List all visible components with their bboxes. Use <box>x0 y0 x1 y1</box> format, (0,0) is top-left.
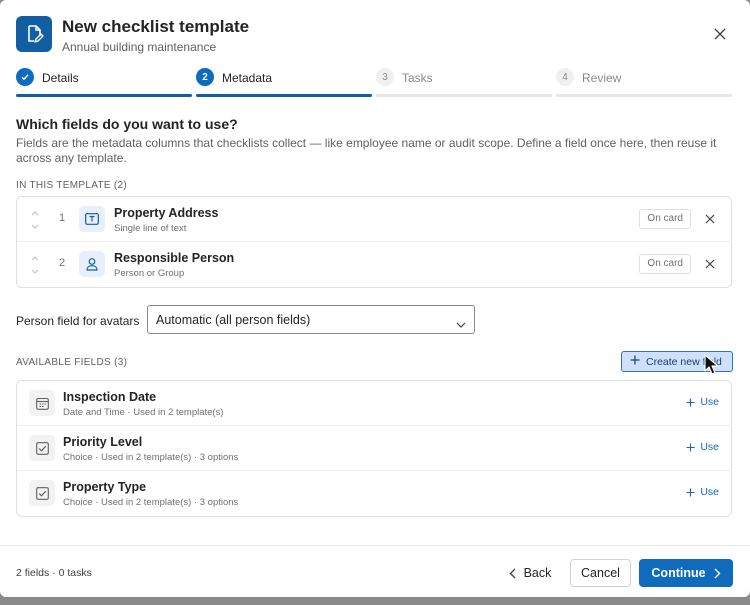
list-item: 1 Property Address Single line of text O… <box>17 197 731 242</box>
plus-icon <box>686 398 695 406</box>
mouse-cursor-icon <box>704 354 720 381</box>
reorder-handle[interactable] <box>29 208 41 232</box>
wizard-stepper: Details 2 Metadata 3 Tasks 4 Review <box>16 66 732 98</box>
section-description: Fields are the metadata columns that che… <box>16 136 717 165</box>
field-meta: Choice · Used in 2 template(s) · 3 optio… <box>63 452 239 463</box>
avatar-field-label: Person field for avatars <box>16 314 140 328</box>
available-fields-list: Inspection Date Date and Time · Used in … <box>16 380 732 517</box>
step-review[interactable]: 4 Review <box>556 66 732 98</box>
cancel-button[interactable]: Cancel <box>570 559 631 587</box>
list-item: 2 Responsible Person Person or Group On … <box>17 242 731 287</box>
list-item: Property Type Choice · Used in 2 templat… <box>17 471 731 516</box>
step-tasks[interactable]: 3 Tasks <box>376 66 552 98</box>
close-icon[interactable] <box>710 24 730 44</box>
in-template-label: IN THIS TEMPLATE (2) <box>16 180 128 191</box>
dialog-title: New checklist template <box>62 17 250 36</box>
remove-field-button[interactable] <box>703 212 717 226</box>
field-name: Property Type <box>63 480 147 494</box>
field-meta: Choice · Used in 2 template(s) · 3 optio… <box>63 497 239 508</box>
back-label: Back <box>523 566 552 580</box>
checkbox-icon <box>29 480 55 506</box>
calendar-icon <box>29 390 55 416</box>
chevron-up-down-icon <box>31 256 39 274</box>
remove-field-button[interactable] <box>703 257 717 271</box>
section-title: Which fields do you want to use? <box>16 116 238 132</box>
use-label: Use <box>700 486 719 498</box>
document-edit-icon <box>16 16 52 52</box>
plus-icon <box>686 488 695 496</box>
continue-label: Continue <box>651 566 706 580</box>
step-number: 4 <box>556 68 574 86</box>
footer-divider <box>0 545 750 546</box>
chevron-up-down-icon <box>31 211 39 229</box>
plus-icon <box>686 443 695 451</box>
step-progress-bar <box>376 94 552 97</box>
on-card-toggle[interactable]: On card <box>639 254 691 274</box>
checkbox-icon <box>29 435 55 461</box>
field-type: Person or Group <box>114 268 185 279</box>
chevron-left-icon <box>509 568 516 578</box>
step-details[interactable]: Details <box>16 66 192 98</box>
on-card-toggle[interactable]: On card <box>639 209 691 229</box>
close-icon <box>705 259 715 269</box>
check-icon <box>16 68 34 86</box>
field-index: 1 <box>58 212 66 224</box>
step-label: Details <box>42 71 79 85</box>
plus-icon <box>630 355 640 368</box>
close-icon <box>705 214 715 224</box>
dialog-subtitle: Annual building maintenance <box>62 40 217 54</box>
avatar-field-select[interactable]: Automatic (all person fields) <box>147 305 475 334</box>
chevron-down-icon <box>456 315 466 333</box>
in-template-list: 1 Property Address Single line of text O… <box>16 196 732 288</box>
field-meta: Date and Time · Used in 2 template(s) <box>63 407 224 418</box>
use-field-button[interactable]: Use <box>686 396 719 408</box>
list-item: Priority Level Choice · Used in 2 templa… <box>17 426 731 471</box>
use-field-button[interactable]: Use <box>686 486 719 498</box>
step-label: Tasks <box>402 71 433 85</box>
text-field-icon <box>79 206 105 232</box>
person-icon <box>79 251 105 277</box>
field-name: Inspection Date <box>63 390 157 404</box>
step-number: 2 <box>196 68 214 86</box>
field-name: Priority Level <box>63 435 143 449</box>
step-progress-bar <box>16 94 192 97</box>
step-progress-bar <box>196 94 372 97</box>
step-progress-bar <box>556 94 732 97</box>
use-field-button[interactable]: Use <box>686 441 719 453</box>
chevron-right-icon <box>714 568 721 578</box>
field-name: Property Address <box>114 206 219 220</box>
list-item: Inspection Date Date and Time · Used in … <box>17 381 731 426</box>
step-label: Review <box>582 71 622 85</box>
new-checklist-template-dialog: New checklist template Annual building m… <box>0 0 750 597</box>
footer-count: 2 fields · 0 tasks <box>16 567 92 579</box>
use-label: Use <box>700 441 719 453</box>
reorder-handle[interactable] <box>29 253 41 277</box>
back-button[interactable]: Back <box>498 559 562 587</box>
step-label: Metadata <box>222 71 273 85</box>
field-index: 2 <box>58 257 66 269</box>
field-type: Single line of text <box>114 223 187 234</box>
select-value: Automatic (all person fields) <box>156 313 311 327</box>
continue-button[interactable]: Continue <box>639 559 733 587</box>
use-label: Use <box>700 396 719 408</box>
field-name: Responsible Person <box>114 251 235 265</box>
dialog-header: New checklist template Annual building m… <box>16 16 734 56</box>
available-fields-label: AVAILABLE FIELDS (3) <box>16 357 128 368</box>
step-number: 3 <box>376 68 394 86</box>
step-metadata[interactable]: 2 Metadata <box>196 66 372 98</box>
